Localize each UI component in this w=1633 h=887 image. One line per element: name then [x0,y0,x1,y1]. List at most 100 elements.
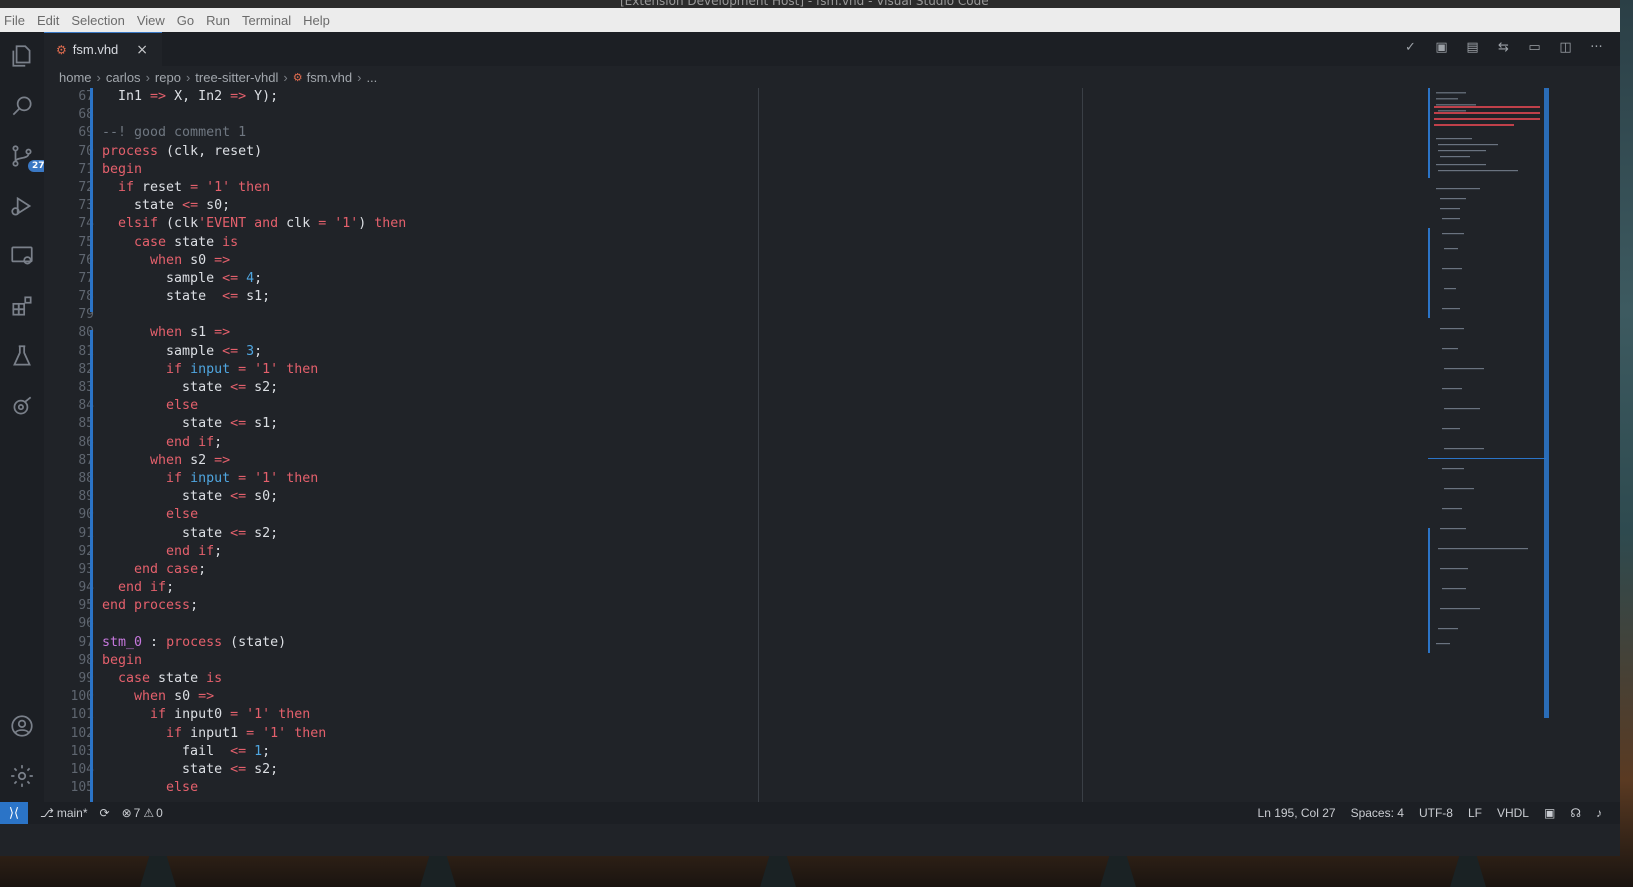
code-line: end if; [166,543,223,559]
breadcrumb-carlos[interactable]: carlos [106,70,141,85]
menu-edit[interactable]: Edit [37,13,59,28]
line-number: 88 [78,470,94,486]
minimap[interactable] [1428,88,1546,653]
check-icon[interactable]: ✓ [1395,40,1426,55]
indentation[interactable]: Spaces: 4 [1351,806,1404,820]
warning-count[interactable]: 0 [156,806,163,820]
breadcrumb-home[interactable]: home [59,70,92,85]
remote-explorer-icon[interactable] [8,242,36,270]
split-right-icon[interactable]: ◫ [1550,40,1581,55]
line-number: 68 [78,107,94,123]
explorer-icon[interactable] [8,42,36,70]
code-line: case state is [134,234,239,250]
run-debug-icon[interactable] [8,192,36,220]
vhdl-file-icon: ⚙ [56,42,67,57]
code-line: sample <= 4; [102,270,263,286]
line-number: 73 [78,198,94,214]
warning-icon: ⚠ [143,806,155,820]
encoding[interactable]: UTF-8 [1419,806,1453,820]
line-number: 78 [78,289,94,305]
code-line: state <= s0; [102,489,279,505]
tab-label: fsm.vhd [72,42,119,57]
menu-help[interactable]: Help [303,13,330,28]
sync-icon[interactable]: ⟳ [100,806,110,820]
code-lines[interactable]: In1 => X, In2 => Y); --! good comment 1 … [102,88,1402,797]
code-editor[interactable]: 67 68 69 70 71 72 73 74 75 76 77 78 79 80 81 82 83 84 85 86… [44,88,1620,802]
layout-icon[interactable]: ▣ [1544,806,1555,820]
code-line: when s0 => [150,252,231,268]
code-line: fail <= 1; [102,743,271,759]
extensions-icon[interactable] [8,292,36,320]
menu-file[interactable]: File [4,13,25,28]
line-number: 102 [70,725,94,741]
menu-selection[interactable]: Selection [71,13,124,28]
vhdl-file-icon: ⚙ [292,71,303,84]
gitlens-icon[interactable] [8,392,36,420]
branch-icon: ⎇ [40,806,54,820]
settings-gear-icon[interactable] [8,762,36,790]
line-number: 70 [78,143,94,159]
code-line: else [166,780,199,796]
editor-actions: ✓ ▣ ▤ ⇆ ▭ ◫ ··· [1395,40,1612,55]
line-number: 77 [78,270,94,286]
line-number: 96 [78,616,94,632]
testing-icon[interactable] [8,342,36,370]
code-line: when s0 => [134,689,215,705]
toggle-layout-icon[interactable]: ▭ [1519,40,1550,55]
line-number: 67 [78,89,94,104]
search-icon[interactable] [8,92,36,120]
error-count[interactable]: 7 [134,806,141,820]
code-line: when s1 => [150,325,231,341]
line-number: 89 [78,489,94,505]
tab-fsm-vhd[interactable]: ⚙ fsm.vhd × [44,32,162,66]
line-number: 87 [78,452,94,468]
code-line: else [166,398,199,414]
line-number: 104 [70,761,94,777]
line-number: 90 [78,507,94,523]
line-number: 85 [78,416,94,432]
source-control-icon[interactable]: 27 [8,142,49,172]
close-icon[interactable]: × [136,42,148,58]
account-icon[interactable] [8,712,36,740]
open-preview-icon[interactable]: ▣ [1426,40,1457,55]
notifications-bell-icon[interactable]: ♪ [1596,806,1602,820]
feedback-icon[interactable]: ☊ [1570,806,1581,820]
status-right: Ln 195, Col 27 Spaces: 4 UTF-8 LF VHDL ▣… [1243,802,1602,824]
code-line: --! good comment 1 [102,125,247,141]
code-line: if reset = '1' then [118,179,271,195]
line-number: 105 [70,780,94,796]
code-line: begin [102,652,143,668]
menu-terminal[interactable]: Terminal [242,13,291,28]
vertical-scrollbar[interactable] [1544,88,1549,718]
breadcrumb-repo[interactable]: repo [155,70,181,85]
line-number: 94 [78,580,94,596]
remote-indicator-icon[interactable]: ⟩⟨ [0,802,28,824]
line-number: 81 [78,343,94,359]
git-branch[interactable]: main* [57,806,88,820]
code-line: if input1 = '1' then [166,725,327,741]
breadcrumb-symbol[interactable]: ... [366,70,377,85]
breadcrumb-file[interactable]: fsm.vhd [307,70,353,85]
diff-modified-marker[interactable] [90,88,93,312]
end-of-line[interactable]: LF [1468,806,1482,820]
code-line: end process; [102,598,199,614]
diff-modified-marker[interactable] [90,330,93,802]
code-line: stm_0 : process (state) [102,634,287,650]
line-number: 75 [78,234,94,250]
more-actions-icon[interactable]: ··· [1581,40,1612,55]
cursor-position[interactable]: Ln 195, Col 27 [1258,806,1336,820]
language-mode[interactable]: VHDL [1497,806,1529,820]
line-number: 83 [78,380,94,395]
code-line: begin [102,161,143,177]
breadcrumb-tree-sitter-vhdl[interactable]: tree-sitter-vhdl [195,70,278,85]
split-editor-icon[interactable]: ▤ [1457,40,1488,55]
menu-run[interactable]: Run [206,13,230,28]
menu-go[interactable]: Go [177,13,194,28]
git-compare-icon[interactable]: ⇆ [1488,40,1519,55]
code-line: end if; [118,580,175,596]
line-number: 72 [78,179,94,195]
menu-view[interactable]: View [137,13,165,28]
line-number: 92 [78,543,94,559]
line-number: 82 [78,361,94,377]
